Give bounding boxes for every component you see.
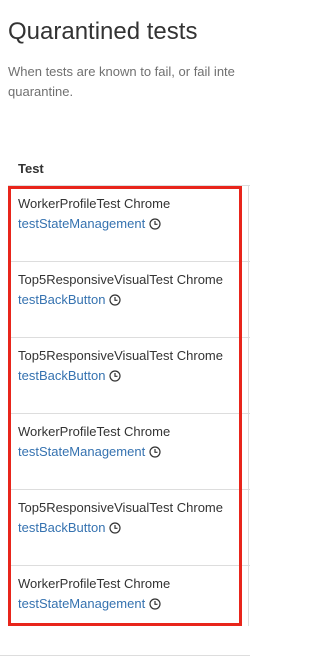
test-class-name: WorkerProfileTest Chrome	[18, 424, 171, 439]
clock-icon[interactable]	[109, 521, 122, 534]
table-row: Top5ResponsiveVisualTest Chrome testBack…	[8, 490, 250, 566]
test-name-link[interactable]: testStateManagement	[18, 444, 161, 459]
quarantined-tests-table: WorkerProfileTest Chrome testStateManage…	[8, 186, 250, 641]
test-class-name: WorkerProfileTest Chrome	[18, 576, 171, 591]
test-name-label: testStateManagement	[18, 596, 146, 611]
test-name-label: testStateManagement	[18, 444, 146, 459]
clock-icon[interactable]	[109, 369, 122, 382]
test-class-name: Top5ResponsiveVisualTest Chrome	[18, 272, 223, 287]
test-name-link[interactable]: testBackButton	[18, 292, 122, 307]
column-header-test: Test	[18, 161, 44, 176]
description-line-1: When tests are known to fail, or fail in…	[8, 64, 235, 79]
table-right-border	[248, 186, 249, 626]
clock-icon[interactable]	[149, 445, 161, 458]
test-name-link[interactable]: testBackButton	[18, 520, 122, 535]
table-row: WorkerProfileTest Chrome testStateManage…	[8, 186, 250, 262]
test-name-label: testStateManagement	[18, 216, 146, 231]
clock-icon[interactable]	[109, 293, 122, 306]
test-name-label: testBackButton	[18, 520, 106, 535]
test-class-name: WorkerProfileTest Chrome	[18, 196, 171, 211]
test-name-link[interactable]: testBackButton	[18, 368, 122, 383]
page-description: When tests are known to fail, or fail in…	[8, 62, 250, 102]
test-class-name: Top5ResponsiveVisualTest Chrome	[18, 348, 223, 363]
clock-icon[interactable]	[149, 217, 161, 230]
table-row: Top5ResponsiveVisualTest Chrome testBack…	[8, 262, 250, 338]
table-row: WorkerProfileTest Chrome testStateManage…	[8, 414, 250, 490]
test-name-label: testBackButton	[18, 368, 106, 383]
table-row: WorkerProfileTest Chrome testStateManage…	[8, 566, 250, 641]
divider	[0, 655, 250, 656]
test-name-link[interactable]: testStateManagement	[18, 596, 161, 611]
test-class-name: Top5ResponsiveVisualTest Chrome	[18, 500, 223, 515]
table-header: Test	[8, 147, 250, 186]
test-name-link[interactable]: testStateManagement	[18, 216, 161, 231]
table-row: Top5ResponsiveVisualTest Chrome testBack…	[8, 338, 250, 414]
test-name-label: testBackButton	[18, 292, 106, 307]
page-title: Quarantined tests	[8, 18, 198, 45]
description-line-2: quarantine.	[8, 84, 74, 99]
clock-icon[interactable]	[149, 597, 161, 610]
